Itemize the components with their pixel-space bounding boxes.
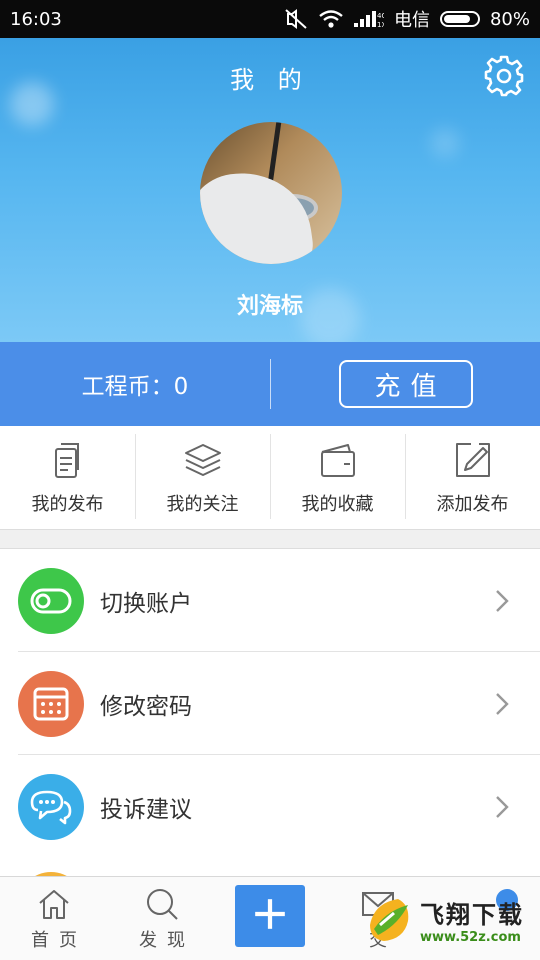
quick-item-label: 我的发布 <box>31 493 104 515</box>
quick-item-label: 添加发布 <box>436 493 509 515</box>
tab-discover[interactable]: 发现 <box>108 877 216 960</box>
page-title: 我 的 <box>230 66 310 94</box>
profile-header: 我 的 刘海标 <box>0 38 540 342</box>
tab-publish[interactable] <box>216 877 324 960</box>
keypad-icon <box>18 670 84 737</box>
toggle-icon <box>18 567 84 634</box>
document-icon <box>54 442 79 478</box>
quick-item-my-posts[interactable]: 我的发布 <box>0 426 135 529</box>
quick-item-label: 我的关注 <box>166 493 239 515</box>
quick-item-my-favorites[interactable]: 我的收藏 <box>270 426 405 529</box>
row-label: 投诉建议 <box>100 796 192 823</box>
quick-item-add-post[interactable]: 添加发布 <box>405 426 540 529</box>
settings-button[interactable] <box>482 54 526 98</box>
tab-home[interactable]: 首页 <box>0 877 108 960</box>
quick-actions: 我的发布 我的关注 我的收藏 添加发布 <box>0 426 540 530</box>
quick-item-label: 我的收藏 <box>301 493 374 515</box>
battery-icon <box>439 11 480 27</box>
status-bar: 16:03 4G1X 电信 80% <box>0 0 540 38</box>
change-password-row[interactable]: 修改密码 <box>0 652 540 755</box>
tab-label: 首页 <box>31 929 87 951</box>
username: 刘海标 <box>236 294 303 319</box>
coin-bar: 工程币：0 充值 <box>0 342 540 426</box>
plus-icon <box>255 898 285 929</box>
chevron-right-icon <box>482 684 522 724</box>
recharge-button[interactable]: 充值 <box>338 360 473 408</box>
chat-bubbles-icon <box>18 773 84 840</box>
status-time: 16:03 <box>10 8 62 30</box>
gear-icon <box>484 55 524 97</box>
switch-account-row[interactable]: 切换账户 <box>0 549 540 652</box>
quick-item-my-follows[interactable]: 我的关注 <box>135 426 270 529</box>
mute-icon <box>284 8 308 30</box>
coin-balance: 工程币：0 <box>81 374 189 400</box>
row-label: 切换账户 <box>100 590 192 617</box>
row-label: 修改密码 <box>100 693 192 720</box>
tab-label: 发现 <box>139 929 195 951</box>
svg-text:1X: 1X <box>377 21 384 29</box>
chevron-right-icon <box>482 787 522 827</box>
feedback-row[interactable]: 投诉建议 <box>0 755 540 858</box>
wallet-icon <box>320 443 355 477</box>
layers-icon <box>184 443 221 476</box>
search-icon <box>147 888 178 920</box>
watermark: 飞翔下载 www.52z.com <box>364 880 540 960</box>
svg-text:4G: 4G <box>377 12 384 20</box>
next-row-peek <box>0 858 540 938</box>
wifi-icon <box>318 9 344 29</box>
edit-icon <box>455 442 490 477</box>
watermark-logo-icon <box>370 899 409 941</box>
carrier-label: 电信 <box>393 10 430 31</box>
add-button[interactable] <box>235 884 305 947</box>
home-icon <box>39 889 69 919</box>
chevron-right-icon <box>482 581 522 621</box>
avatar[interactable] <box>200 122 342 264</box>
watermark-brand: 飞翔下载 <box>420 901 524 929</box>
settings-list: 切换账户 修改密码 投诉建议 <box>0 548 540 858</box>
status-icons: 4G1X 电信 80% <box>284 6 530 32</box>
watermark-site: www.52z.com <box>420 930 521 945</box>
signal-icon: 4G1X <box>353 9 384 29</box>
battery-percent: 80% <box>489 8 530 30</box>
